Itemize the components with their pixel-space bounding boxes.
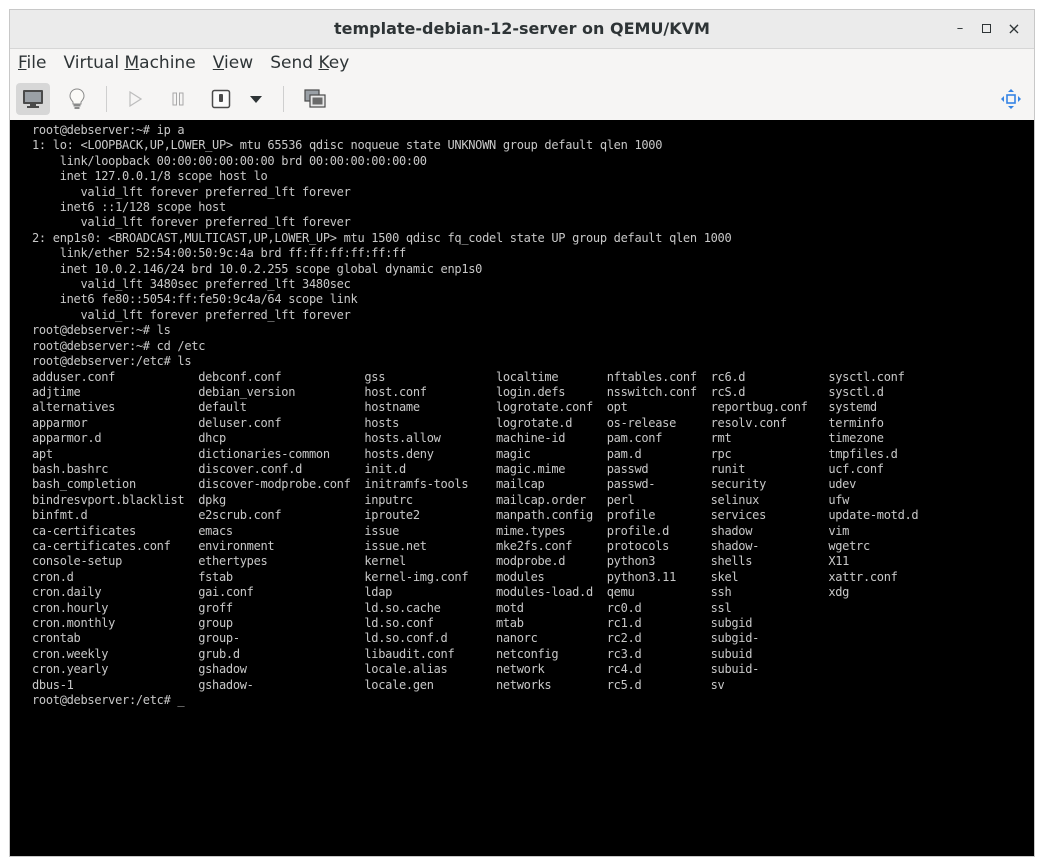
menu-virtual-machine[interactable]: Virtual Machine: [58, 49, 202, 78]
terminal-line: adjtime debian_version host.conf login.d…: [32, 384, 884, 399]
menu-bar: File Virtual Machine View Send Key: [10, 49, 1034, 78]
terminal-line: binfmt.d e2scrub.conf iproute2 manpath.c…: [32, 508, 919, 523]
terminal-line: inet6 ::1/128 scope host: [32, 200, 227, 215]
title-bar[interactable]: template-debian-12-server on QEMU/KVM – …: [10, 10, 1034, 49]
terminal-line: root@debserver:~# ls: [32, 323, 171, 338]
terminal-line: apt dictionaries-common hosts.deny magic…: [32, 446, 898, 461]
show-details-button[interactable]: [60, 83, 94, 115]
menu-vm-label-post: achine: [139, 53, 196, 73]
terminal-line: valid_lft forever preferred_lft forever: [32, 215, 351, 230]
menu-sendkey-label-pre: Send: [270, 53, 319, 73]
menu-vm-label-pre: Virtual: [63, 53, 125, 73]
play-icon: [129, 91, 142, 107]
terminal-line: valid_lft forever preferred_lft forever: [32, 307, 351, 322]
terminal-line: inet 10.0.2.146/24 brd 10.0.2.255 scope …: [32, 261, 483, 276]
monitor-icon: [23, 90, 43, 108]
terminal-line: ca-certificates.conf environment issue.n…: [32, 538, 870, 553]
show-console-button[interactable]: [16, 83, 50, 115]
terminal-line: inet6 fe80::5054:ff:fe50:9c4a/64 scope l…: [32, 292, 358, 307]
power-icon: [211, 89, 231, 109]
terminal-line: valid_lft forever preferred_lft forever: [32, 184, 351, 199]
terminal-line: root@debserver:/etc# ls: [32, 354, 192, 369]
menu-view-mnemonic: V: [212, 53, 225, 73]
menu-send-key[interactable]: Send Key: [264, 49, 355, 78]
terminal-line: root@debserver:~# ip a: [32, 123, 185, 137]
window-title: template-debian-12-server on QEMU/KVM: [334, 19, 710, 38]
terminal-line: cron.monthly group ld.so.conf mtab rc1.d…: [32, 616, 753, 630]
terminal-line: cron.d fstab kernel-img.conf modules pyt…: [32, 569, 898, 584]
terminal-line: 1: lo: <LOOPBACK,UP,LOWER_UP> mtu 65536 …: [32, 138, 663, 153]
menu-file-label-post: ile: [26, 53, 47, 73]
chevron-down-icon: [250, 96, 262, 103]
menu-view-label-post: iew: [224, 53, 254, 73]
terminal-line: adduser.conf debconf.conf gss localtime …: [32, 369, 905, 384]
terminal-line: apparmor.d dhcp hosts.allow machine-id p…: [32, 431, 884, 446]
terminal-cursor: _: [177, 693, 185, 708]
menu-vm-mnemonic: M: [124, 53, 140, 73]
minimize-button[interactable]: –: [950, 19, 970, 39]
pause-icon: [172, 92, 184, 106]
terminal-line: console-setup ethertypes kernel modprobe…: [32, 554, 850, 569]
terminal-line: bash_completion discover-modprobe.conf i…: [32, 477, 857, 492]
power-button[interactable]: [204, 83, 238, 115]
close-button[interactable]: ×: [1004, 19, 1024, 39]
terminal-prompt-line: root@debserver:/etc# _: [32, 693, 1034, 708]
menu-view[interactable]: View: [207, 49, 259, 78]
terminal-line: cron.yearly gshadow locale.alias network…: [32, 662, 760, 677]
terminal-line: alternatives default hostname logrotate.…: [32, 400, 877, 415]
fullscreen-icon: [1001, 89, 1021, 109]
terminal-line: bindresvport.blacklist dpkg inputrc mail…: [32, 492, 850, 507]
maximize-icon: [981, 24, 991, 33]
terminal-line: link/ether 52:54:00:50:9c:4a brd ff:ff:f…: [32, 246, 407, 261]
terminal-line: bash.bashrc discover.conf.d init.d magic…: [32, 461, 884, 476]
power-menu-dropdown[interactable]: [242, 83, 270, 115]
menu-file[interactable]: File: [12, 49, 52, 78]
terminal-line: 2: enp1s0: <BROADCAST,MULTICAST,UP,LOWER…: [32, 230, 732, 245]
vm-console[interactable]: root@debserver:~# ip a 1: lo: <LOOPBACK,U…: [10, 120, 1034, 856]
snapshot-icon: [304, 89, 326, 108]
terminal-line: valid_lft 3480sec preferred_lft 3480sec: [32, 277, 351, 292]
vm-window: template-debian-12-server on QEMU/KVM – …: [9, 9, 1035, 857]
menu-sendkey-label-post: ey: [328, 53, 350, 73]
terminal-line: apparmor deluser.conf hosts logrotate.d …: [32, 415, 884, 430]
terminal-line: cron.hourly groff ld.so.cache motd rc0.d…: [32, 600, 732, 615]
snapshots-button[interactable]: [298, 83, 332, 115]
fullscreen-button[interactable]: [994, 83, 1028, 115]
terminal-line: dbus-1 gshadow- locale.gen networks rc5.…: [32, 677, 725, 692]
pause-button[interactable]: [161, 83, 195, 115]
terminal-line: link/loopback 00:00:00:00:00:00 brd 00:0…: [32, 153, 427, 168]
menu-file-mnemonic: F: [18, 53, 27, 73]
terminal-output: root@debserver:~# ip a 1: lo: <LOOPBACK,U…: [10, 120, 1034, 708]
terminal-line: cron.weekly grub.d libaudit.conf netconf…: [32, 646, 753, 661]
terminal-line: crontab group- ld.so.conf.d nanorc rc2.d…: [32, 631, 760, 646]
terminal-line: ca-certificates emacs issue mime.types p…: [32, 523, 850, 538]
run-button[interactable]: [118, 83, 152, 115]
terminal-line: cron.daily gai.conf ldap modules-load.d …: [32, 585, 850, 600]
menu-sendkey-mnemonic: K: [318, 53, 329, 73]
terminal-prompt: root@debserver:/etc#: [32, 693, 178, 708]
terminal-line: root@debserver:~# cd /etc: [32, 338, 206, 353]
terminal-line: inet 127.0.0.1/8 scope host lo: [32, 169, 268, 184]
lightbulb-icon: [69, 88, 85, 109]
maximize-button[interactable]: [976, 19, 996, 39]
toolbar: [10, 78, 1034, 121]
